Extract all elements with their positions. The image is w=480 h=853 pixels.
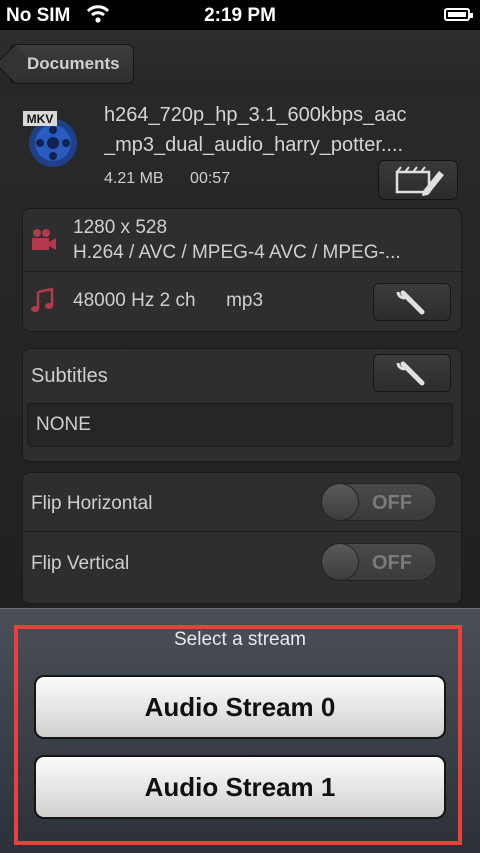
navigation-bar: Documents — [0, 30, 480, 96]
documents-back-button[interactable]: Documents — [10, 44, 134, 84]
edit-button[interactable] — [378, 160, 458, 200]
edit-clapper-icon — [395, 166, 444, 196]
flip-horizontal-label: Flip Horizontal — [31, 493, 153, 514]
status-time: 2:19 PM — [204, 5, 276, 26]
file-meta: 4.21 MB 00:57 — [104, 170, 252, 188]
music-note-icon — [31, 287, 54, 312]
mkv-badge: MKV — [27, 112, 54, 126]
toggle-state: OFF — [372, 492, 412, 514]
file-duration: 00:57 — [190, 170, 231, 187]
file-header: MKV h264_720p_hp_3.1_600kbps_aac _mp3_du… — [0, 96, 480, 206]
toggle-knob — [321, 543, 359, 581]
subtitles-group: Subtitles NONE — [22, 348, 462, 462]
video-codec: H.264 / AVC / MPEG-4 AVC / MPEG-... — [73, 242, 401, 263]
mkv-file-icon: MKV — [23, 111, 77, 167]
video-resolution: 1280 x 528 — [73, 217, 168, 238]
streams-group: 1280 x 528 H.264 / AVC / MPEG-4 AVC / MP… — [22, 208, 462, 332]
wrench-icon — [396, 290, 425, 315]
sheet-title: Select a stream — [174, 629, 306, 650]
audio-sample-info: 48000 Hz 2 ch — [73, 290, 196, 311]
flip-vertical-toggle[interactable]: OFF — [321, 543, 437, 581]
media-info-screen: Documents MKV h264_720p_hp_3.1_600kbps_a… — [0, 30, 480, 608]
file-name: h264_720p_hp_3.1_600kbps_aac _mp3_dual_a… — [104, 100, 464, 160]
audio-stream-row: 48000 Hz 2 ch mp3 — [23, 272, 461, 332]
wrench-icon — [396, 361, 425, 386]
divider — [23, 531, 461, 532]
subtitles-select[interactable]: NONE — [27, 403, 453, 447]
flip-vertical-label: Flip Vertical — [31, 553, 130, 574]
audio-codec: mp3 — [226, 290, 264, 311]
subtitles-settings-button[interactable] — [373, 354, 451, 392]
subtitles-title: Subtitles — [31, 365, 108, 387]
toggle-state: OFF — [372, 552, 412, 574]
file-size: 4.21 MB — [104, 170, 164, 187]
video-camera-icon — [32, 229, 56, 250]
audio-stream-0-button[interactable]: Audio Stream 0 — [34, 675, 446, 739]
audio-stream-1-button[interactable]: Audio Stream 1 — [34, 755, 446, 819]
audio-info: 48000 Hz 2 ch mp3 — [73, 290, 263, 312]
flip-toggles-group: Flip Horizontal OFF Flip Vertical OFF — [22, 472, 462, 604]
file-name-line-2: _mp3_dual_audio_harry_potter.... — [104, 134, 404, 156]
file-name-line-1: h264_720p_hp_3.1_600kbps_aac — [104, 104, 407, 126]
status-bar: No SIM 2:19 PM — [0, 0, 480, 30]
toggle-knob — [321, 483, 359, 521]
stream-action-sheet: Select a stream Audio Stream 0 Audio Str… — [0, 608, 480, 853]
video-stream-row: 1280 x 528 H.264 / AVC / MPEG-4 AVC / MP… — [23, 209, 461, 271]
flip-horizontal-toggle[interactable]: OFF — [321, 483, 437, 521]
battery-icon — [444, 8, 473, 21]
back-button-label: Documents — [27, 54, 120, 73]
audio-settings-button[interactable] — [373, 283, 451, 321]
